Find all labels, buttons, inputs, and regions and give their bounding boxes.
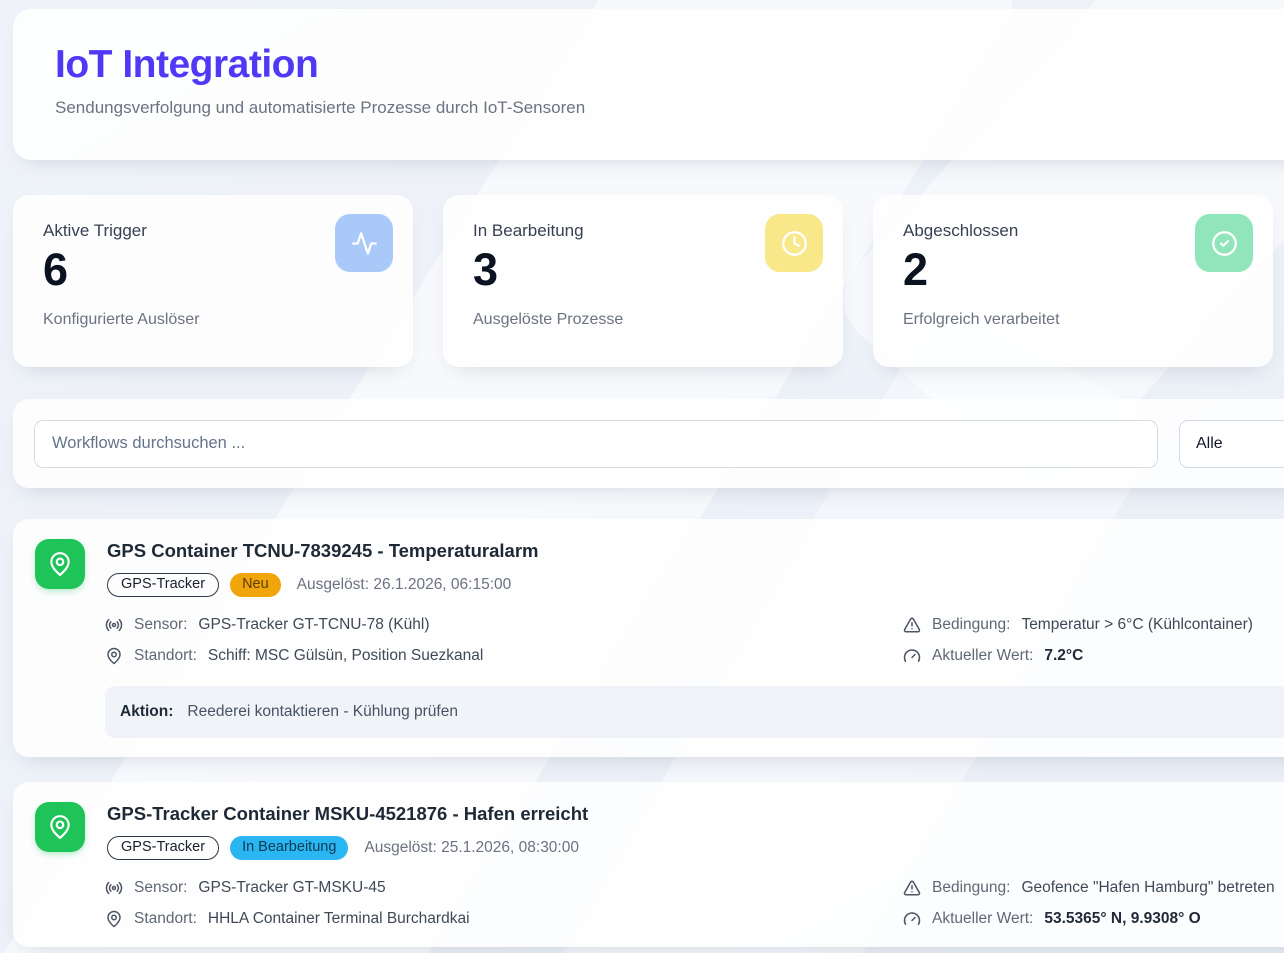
map-pin-icon <box>105 647 123 665</box>
search-input[interactable] <box>34 420 1158 468</box>
sensor-detail: Sensor: GPS-Tracker GT-MSKU-45 <box>105 879 883 897</box>
status-badge: In Bearbeitung <box>230 836 348 860</box>
alert-triangle-icon <box>903 879 921 897</box>
stat-sublabel: Ausgelöste Prozesse <box>473 311 819 329</box>
workflow-card-port-reached: GPS-Tracker Container MSKU-4521876 - Haf… <box>13 782 1284 947</box>
condition-label: Bedingung: <box>932 879 1010 897</box>
alert-triangle-icon <box>903 616 921 634</box>
condition-value: Geofence "Hafen Hamburg" betreten <box>1021 879 1274 897</box>
current-value-label: Aktueller Wert: <box>932 647 1033 665</box>
condition-value: Temperatur > 6°C (Kühlcontainer) <box>1021 616 1253 634</box>
gauge-icon <box>903 647 921 665</box>
condition-detail: Bedingung: Temperatur > 6°C (Kühlcontain… <box>903 616 1284 634</box>
current-value-detail: Aktueller Wert: 53.5365° N, 9.9308° O <box>903 910 1284 928</box>
current-value-detail: Aktueller Wert: 7.2°C <box>903 647 1284 665</box>
triggered-timestamp: Ausgelöst: 26.1.2026, 06:15:00 <box>297 576 512 594</box>
map-pin-icon <box>35 539 85 589</box>
radio-icon <box>105 616 123 634</box>
type-badge: GPS-Tracker <box>107 573 219 597</box>
stat-sublabel: Konfigurierte Auslöser <box>43 311 389 329</box>
stat-sublabel: Erfolgreich verarbeitet <box>903 311 1249 329</box>
current-value: 53.5365° N, 9.9308° O <box>1044 910 1200 928</box>
activity-icon <box>335 214 393 272</box>
type-badge: GPS-Tracker <box>107 836 219 860</box>
location-value: HHLA Container Terminal Burchardkai <box>208 910 470 928</box>
radio-icon <box>105 879 123 897</box>
map-pin-icon <box>35 802 85 852</box>
location-label: Standort: <box>134 910 197 928</box>
location-detail: Standort: HHLA Container Terminal Burcha… <box>105 910 883 928</box>
workflow-title: GPS-Tracker Container MSKU-4521876 - Haf… <box>107 803 588 825</box>
location-value: Schiff: MSC Gülsün, Position Suezkanal <box>208 647 483 665</box>
map-pin-icon <box>105 910 123 928</box>
check-circle-icon <box>1195 214 1253 272</box>
status-badge: Neu <box>230 573 281 597</box>
stat-card-active-triggers: Aktive Trigger 6 Konfigurierte Auslöser <box>13 195 413 367</box>
page-title: IoT Integration <box>55 43 1284 87</box>
location-label: Standort: <box>134 647 197 665</box>
location-detail: Standort: Schiff: MSC Gülsün, Position S… <box>105 647 883 665</box>
triggered-timestamp: Ausgelöst: 25.1.2026, 08:30:00 <box>364 839 579 857</box>
current-value-label: Aktueller Wert: <box>932 910 1033 928</box>
sensor-label: Sensor: <box>134 879 187 897</box>
page-subtitle: Sendungsverfolgung und automatisierte Pr… <box>55 98 1284 118</box>
status-filter-select[interactable]: Alle <box>1179 420 1284 468</box>
gauge-icon <box>903 910 921 928</box>
sensor-value: GPS-Tracker GT-TCNU-78 (Kühl) <box>198 616 429 634</box>
sensor-detail: Sensor: GPS-Tracker GT-TCNU-78 (Kühl) <box>105 616 883 634</box>
page-header: IoT Integration Sendungsverfolgung und a… <box>13 9 1284 160</box>
sensor-label: Sensor: <box>134 616 187 634</box>
current-value: 7.2°C <box>1044 647 1083 665</box>
workflow-card-temperature-alarm: GPS Container TCNU-7839245 - Temperatura… <box>13 519 1284 757</box>
action-value: Reederei kontaktieren - Kühlung prüfen <box>187 703 458 720</box>
filter-bar: Alle <box>13 399 1284 488</box>
condition-detail: Bedingung: Geofence "Hafen Hamburg" betr… <box>903 879 1284 897</box>
sensor-value: GPS-Tracker GT-MSKU-45 <box>198 879 385 897</box>
workflow-title: GPS Container TCNU-7839245 - Temperatura… <box>107 540 538 562</box>
condition-label: Bedingung: <box>932 616 1010 634</box>
clock-icon <box>765 214 823 272</box>
iot-integration-page: IoT Integration Sendungsverfolgung und a… <box>0 0 1284 953</box>
stat-card-in-progress: In Bearbeitung 3 Ausgelöste Prozesse <box>443 195 843 367</box>
action-label: Aktion: <box>120 703 173 720</box>
action-row: Aktion: Reederei kontaktieren - Kühlung p… <box>105 686 1284 738</box>
stats-row: Aktive Trigger 6 Konfigurierte Auslöser … <box>13 195 1284 367</box>
stat-card-completed: Abgeschlossen 2 Erfolgreich verarbeitet <box>873 195 1273 367</box>
